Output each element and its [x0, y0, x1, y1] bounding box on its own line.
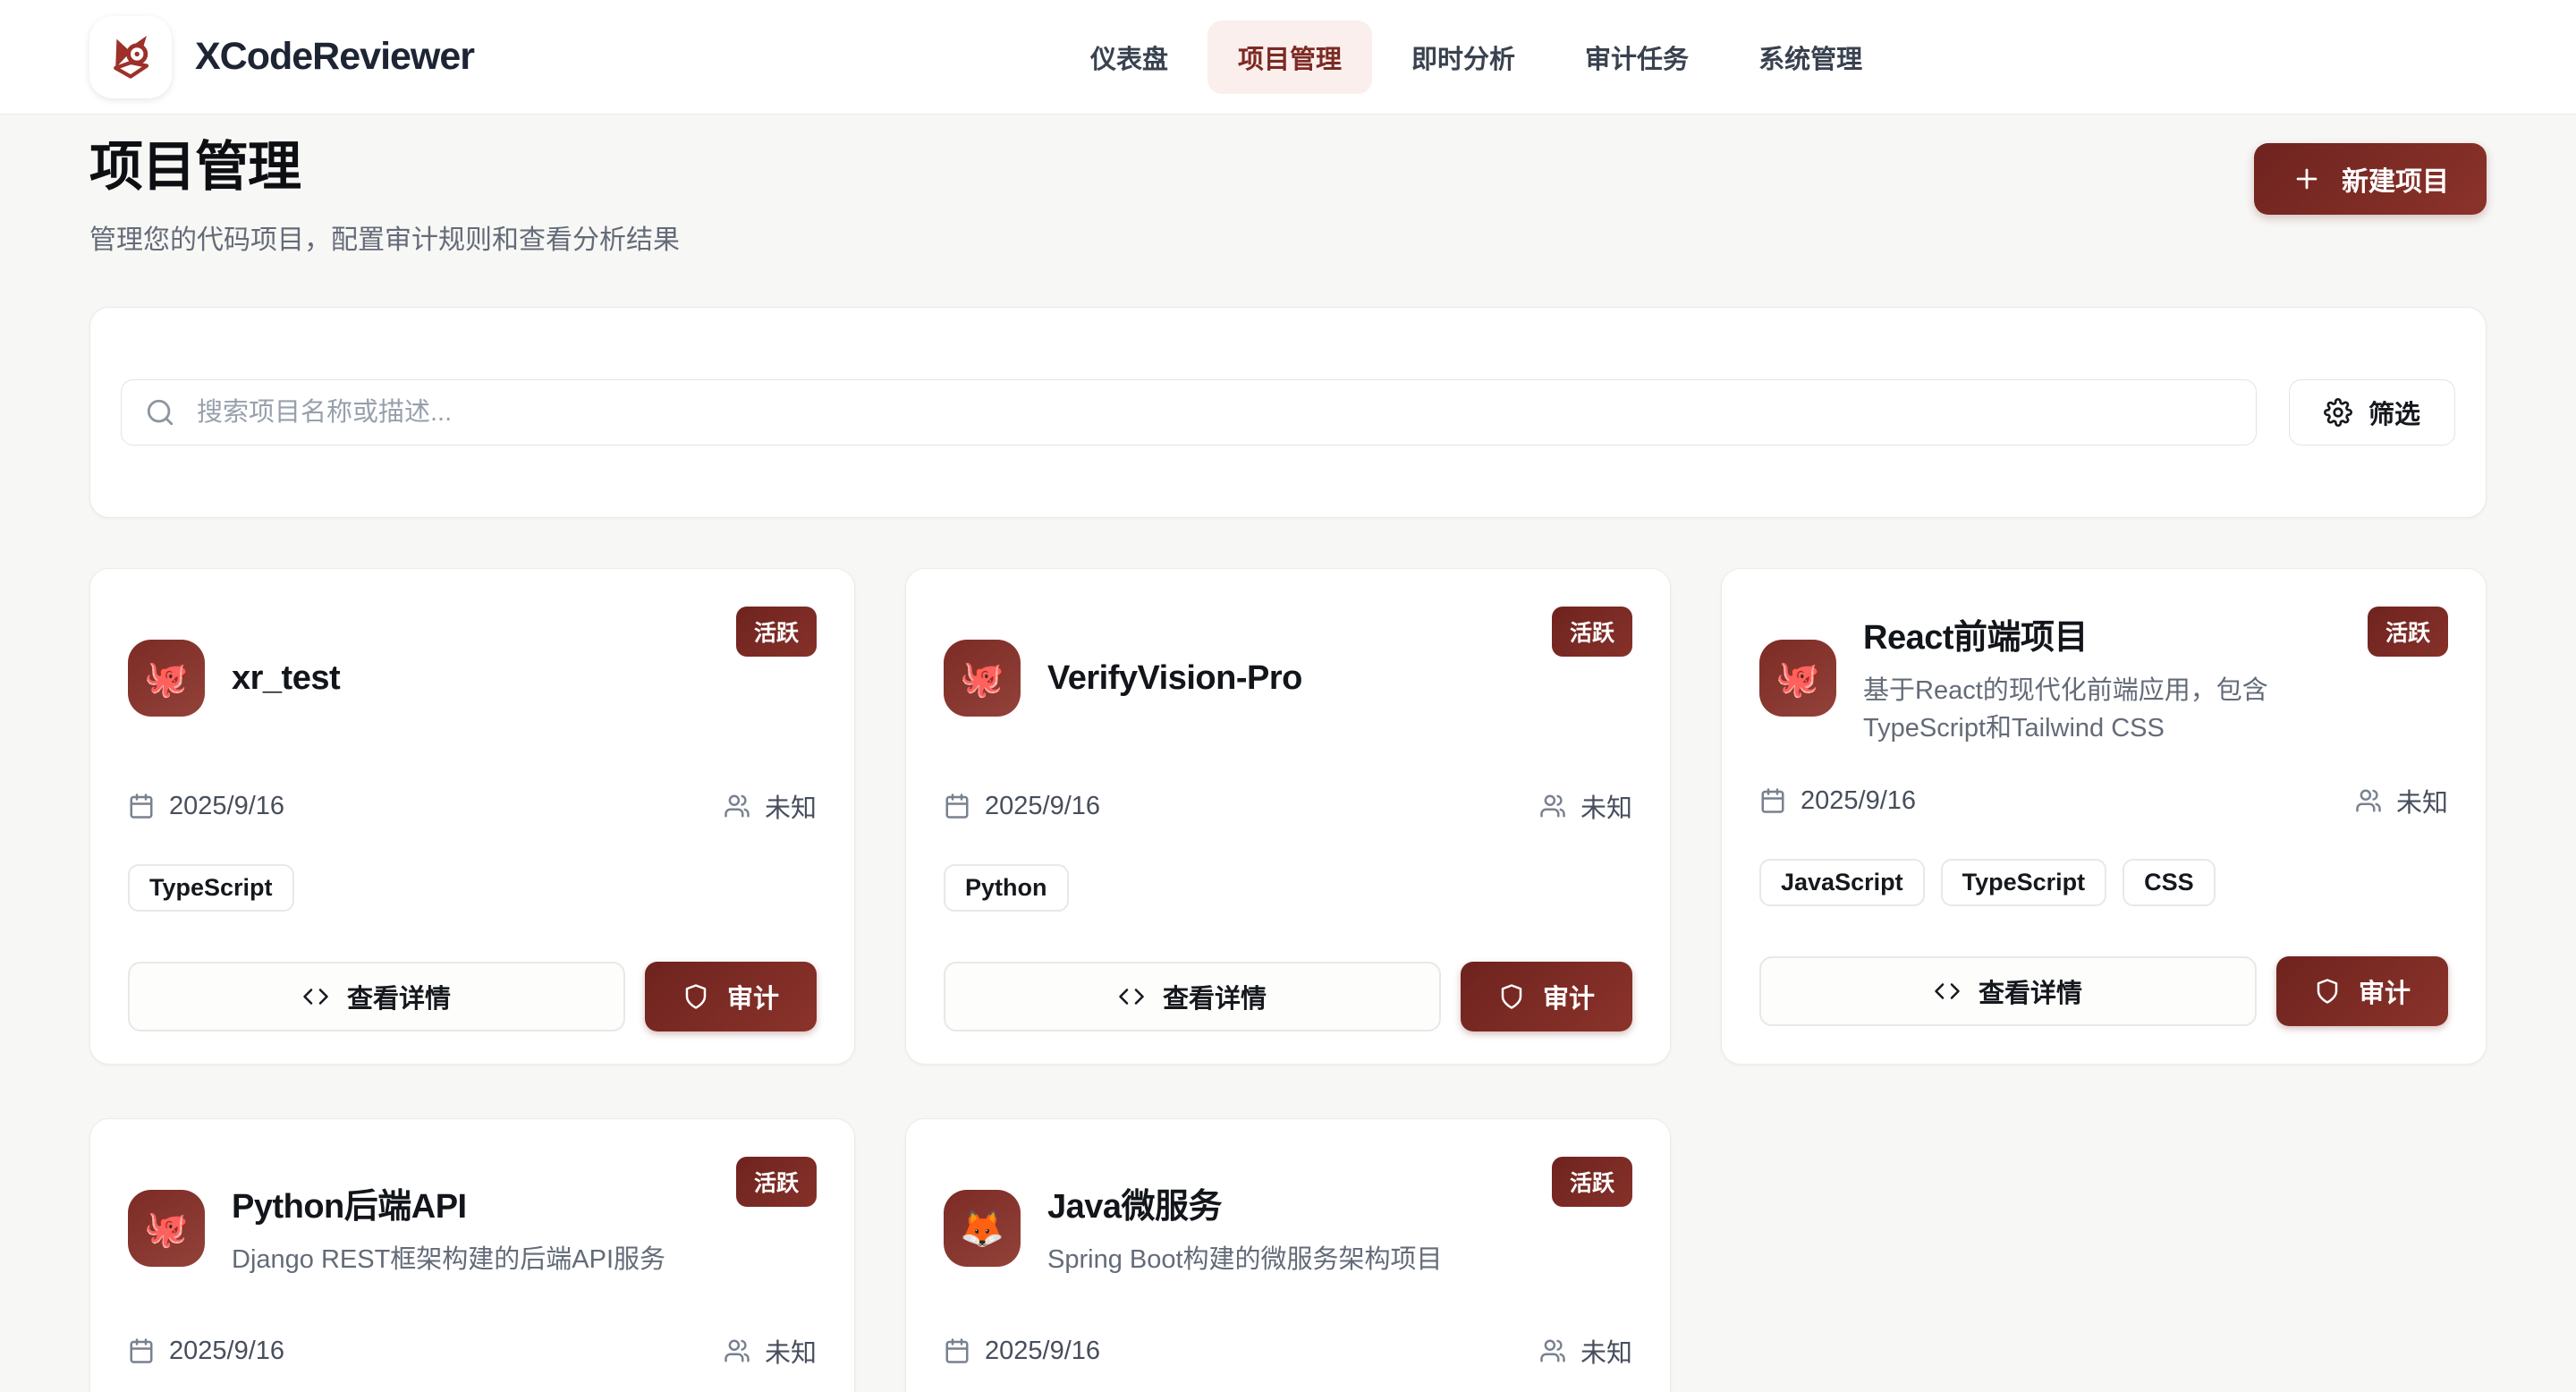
search-panel: 筛选: [89, 307, 2487, 518]
nav-projects[interactable]: 项目管理: [1208, 21, 1372, 94]
filter-button[interactable]: 筛选: [2289, 379, 2455, 446]
project-card-java-microservice: 🦊 Java微服务 Spring Boot构建的微服务架构项目 活跃 2025/…: [905, 1118, 1671, 1392]
nav-dashboard[interactable]: 仪表盘: [1060, 21, 1199, 94]
shield-icon: [2314, 978, 2341, 1005]
users-icon: [1539, 793, 1566, 819]
calendar-icon: [1759, 787, 1786, 814]
project-card-python-backend: 🐙 Python后端API Django REST框架构建的后端API服务 活跃…: [89, 1118, 855, 1392]
calendar-icon: [944, 1337, 970, 1364]
app-header: XCodeReviewer 仪表盘 项目管理 即时分析 审计任务 系统管理: [0, 0, 2576, 115]
nav-system[interactable]: 系统管理: [1728, 21, 1893, 94]
project-card-xr-test: 🐙 xr_test 活跃 github.com/lintsinghua/xr_t…: [89, 568, 855, 1065]
octopus-emoji: 🐙: [1775, 658, 1820, 700]
project-members: 未知: [1580, 787, 1632, 825]
octopus-emoji: 🐙: [144, 658, 189, 700]
octopus-emoji: 🐙: [960, 658, 1004, 700]
users-icon: [724, 793, 750, 819]
project-members: 未知: [765, 787, 817, 825]
status-badge: 活跃: [1552, 607, 1632, 657]
users-icon: [724, 1337, 750, 1364]
new-project-button[interactable]: 新建项目: [2254, 143, 2487, 215]
project-avatar: 🐙: [944, 640, 1021, 717]
language-tag: Python: [944, 864, 1069, 912]
users-icon: [2355, 787, 2382, 814]
code-icon: [1118, 983, 1145, 1010]
calendar-icon: [128, 1337, 155, 1364]
language-tag: TypeScript: [1941, 859, 2107, 906]
project-members: 未知: [1580, 1332, 1632, 1370]
project-date: 2025/9/16: [169, 1337, 284, 1366]
page-subtitle: 管理您的代码项目，配置审计规则和查看分析结果: [89, 217, 680, 257]
project-avatar: 🐙: [1759, 640, 1836, 717]
project-members: 未知: [765, 1332, 817, 1370]
project-name: VerifyVision-Pro: [1047, 659, 1302, 698]
view-details-button[interactable]: 查看详情: [128, 962, 625, 1031]
project-card-verifyvision-pro: 🐙 VerifyVision-Pro 活跃 github.com/lintsin…: [905, 568, 1671, 1065]
search-box: [121, 379, 2257, 446]
gear-icon: [2324, 398, 2352, 427]
users-icon: [1539, 1337, 1566, 1364]
status-badge: 活跃: [736, 607, 817, 657]
audit-button[interactable]: 审计: [1461, 962, 1632, 1031]
plus-icon: [2292, 164, 2322, 194]
fox-emoji: 🦊: [960, 1208, 1004, 1250]
nav-instant-analysis[interactable]: 即时分析: [1381, 21, 1546, 94]
search-icon: [145, 397, 175, 428]
project-card-react-frontend: 🐙 React前端项目 基于React的现代化前端应用，包含TypeScript…: [1721, 568, 2487, 1065]
project-name: Python后端API: [232, 1178, 665, 1227]
project-description: 基于React的现代化前端应用，包含TypeScript和Tailwind CS…: [1863, 673, 2326, 746]
status-badge: 活跃: [2368, 607, 2448, 657]
main-nav: 仪表盘 项目管理 即时分析 审计任务 系统管理: [1060, 21, 1893, 94]
project-name: xr_test: [232, 659, 340, 698]
project-description: Spring Boot构建的微服务架构项目: [1047, 1242, 1443, 1278]
view-details-button[interactable]: 查看详情: [944, 962, 1441, 1031]
audit-button[interactable]: 审计: [645, 962, 817, 1031]
shield-icon: [1498, 983, 1525, 1010]
code-icon: [302, 983, 329, 1010]
page-title: 项目管理: [89, 123, 680, 201]
project-avatar: 🐙: [128, 640, 205, 717]
project-avatar: 🦊: [944, 1190, 1021, 1267]
brand[interactable]: XCodeReviewer: [89, 16, 474, 98]
project-name: Java微服务: [1047, 1178, 1443, 1227]
app-title: XCodeReviewer: [195, 35, 474, 79]
view-details-button[interactable]: 查看详情: [1759, 956, 2257, 1026]
search-input[interactable]: [122, 380, 2256, 445]
language-tag: CSS: [2123, 859, 2216, 906]
octopus-emoji: 🐙: [144, 1208, 189, 1250]
project-grid: 🐙 xr_test 活跃 github.com/lintsinghua/xr_t…: [89, 568, 2487, 1392]
project-description: Django REST框架构建的后端API服务: [232, 1242, 665, 1278]
code-icon: [1934, 978, 1961, 1005]
project-avatar: 🐙: [128, 1190, 205, 1267]
calendar-icon: [128, 793, 155, 819]
calendar-icon: [944, 793, 970, 819]
shield-icon: [682, 983, 709, 1010]
language-tag: TypeScript: [128, 864, 294, 912]
project-date: 2025/9/16: [1801, 786, 1916, 816]
status-badge: 活跃: [736, 1157, 817, 1207]
nav-audit-tasks[interactable]: 审计任务: [1555, 21, 1719, 94]
project-date: 2025/9/16: [169, 792, 284, 821]
status-badge: 活跃: [1552, 1157, 1632, 1207]
project-members: 未知: [2396, 782, 2448, 819]
language-tag: JavaScript: [1759, 859, 1925, 906]
app-logo-icon: [89, 16, 172, 98]
audit-button[interactable]: 审计: [2276, 956, 2448, 1026]
project-date: 2025/9/16: [985, 1337, 1100, 1366]
project-date: 2025/9/16: [985, 792, 1100, 821]
project-name: React前端项目: [1863, 609, 2326, 658]
